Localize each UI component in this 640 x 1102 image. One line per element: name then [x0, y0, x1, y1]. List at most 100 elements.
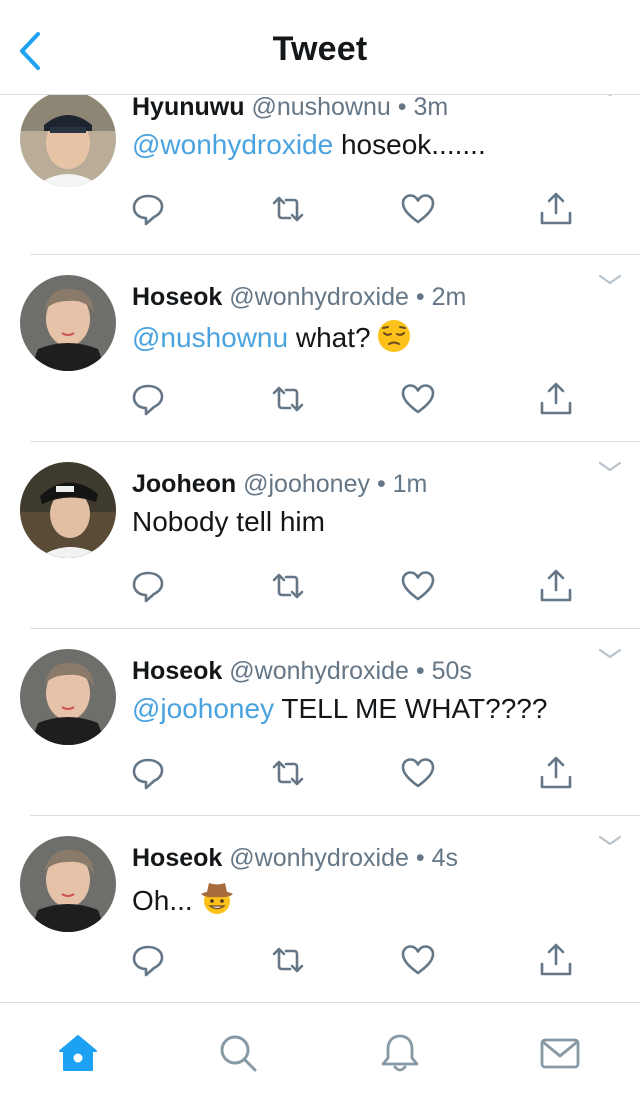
- heart-icon: [401, 194, 435, 224]
- user-handle: @joohoney: [243, 470, 370, 498]
- avatar[interactable]: [20, 649, 116, 745]
- chevron-down-icon[interactable]: [596, 460, 624, 474]
- top-navigation-bar: Tweet: [0, 0, 640, 95]
- heart-icon: [401, 571, 435, 601]
- reply-icon: [132, 571, 164, 603]
- tweet-text: Nobody tell him: [132, 506, 325, 538]
- share-icon: [540, 756, 572, 789]
- page-title: Tweet: [272, 30, 368, 68]
- tweet-actions: [0, 753, 640, 793]
- reply-button[interactable]: [128, 189, 168, 229]
- display-name[interactable]: Hyunuwu: [132, 95, 245, 121]
- mention-link[interactable]: @nushownu: [132, 322, 288, 353]
- like-button[interactable]: [398, 753, 438, 793]
- chevron-down-icon[interactable]: [596, 834, 624, 848]
- chevron-down-icon[interactable]: [596, 647, 624, 661]
- share-button[interactable]: [536, 940, 576, 980]
- tab-notifications[interactable]: [378, 1031, 422, 1075]
- tweet-meta: Jooheon @joohoney • 1m: [132, 470, 427, 499]
- tweet-actions: [0, 379, 640, 419]
- avatar[interactable]: [20, 275, 116, 371]
- avatar[interactable]: [20, 836, 116, 932]
- retweet-icon: [272, 196, 304, 222]
- tweet-text-content: TELL ME WHAT????: [274, 693, 548, 724]
- timestamp: 1m: [392, 470, 428, 498]
- reply-icon: [132, 758, 164, 790]
- tweet-text: @wonhydroxide hoseok.......: [132, 129, 486, 161]
- tab-search[interactable]: [216, 1031, 260, 1075]
- tweet[interactable]: Hoseok @wonhydroxide • 4s Oh...: [0, 816, 640, 1002]
- display-name[interactable]: Hoseok: [132, 844, 222, 872]
- timestamp: 3m: [413, 95, 449, 121]
- tweet-text-content: what?: [288, 322, 371, 353]
- share-button[interactable]: [536, 189, 576, 229]
- heart-icon: [401, 945, 435, 975]
- user-handle: @nushownu: [251, 95, 391, 121]
- search-icon: [220, 1035, 257, 1072]
- avatar[interactable]: [20, 462, 116, 558]
- pensive-face-emoji: [377, 319, 411, 360]
- display-name[interactable]: Hoseok: [132, 283, 222, 311]
- tweet[interactable]: Jooheon @joohoney • 1m Nobody tell him: [0, 442, 640, 629]
- reply-button[interactable]: [128, 379, 168, 419]
- retweet-button[interactable]: [268, 566, 308, 606]
- retweet-icon: [272, 947, 304, 973]
- separator-dot: •: [376, 470, 386, 498]
- tweet-text-content: hoseok.......: [333, 129, 486, 160]
- display-name[interactable]: Jooheon: [132, 470, 236, 498]
- reply-icon: [132, 384, 164, 416]
- heart-icon: [401, 384, 435, 414]
- retweet-icon: [272, 573, 304, 599]
- heart-icon: [401, 758, 435, 788]
- retweet-button[interactable]: [268, 940, 308, 980]
- tweet[interactable]: Hoseok @wonhydroxide • 2m @nushownu what…: [0, 255, 640, 442]
- reply-button[interactable]: [128, 753, 168, 793]
- display-name[interactable]: Hoseok: [132, 657, 222, 685]
- share-button[interactable]: [536, 379, 576, 419]
- tab-home[interactable]: [56, 1031, 100, 1075]
- chevron-down-icon[interactable]: [596, 273, 624, 287]
- mention-link[interactable]: @wonhydroxide: [132, 129, 333, 160]
- reply-icon: [132, 194, 164, 226]
- user-handle: @wonhydroxide: [229, 844, 409, 872]
- tab-messages[interactable]: [538, 1031, 582, 1075]
- reply-button[interactable]: [128, 940, 168, 980]
- timestamp: 4s: [431, 844, 458, 872]
- share-icon: [540, 943, 572, 976]
- tweet-text: @joohoney TELL ME WHAT????: [132, 693, 547, 725]
- retweet-icon: [272, 760, 304, 786]
- tweet[interactable]: Hoseok @wonhydroxide • 50s @joohoney TEL…: [0, 629, 640, 816]
- timestamp: 2m: [431, 283, 467, 311]
- like-button[interactable]: [398, 566, 438, 606]
- separator-dot: •: [415, 657, 425, 685]
- separator-dot: •: [397, 95, 407, 121]
- tweet-meta: Hoseok @wonhydroxide • 50s: [132, 657, 472, 686]
- timestamp: 50s: [431, 657, 472, 685]
- avatar[interactable]: [20, 95, 116, 187]
- retweet-button[interactable]: [268, 189, 308, 229]
- chevron-down-icon[interactable]: [596, 95, 624, 99]
- tweet-actions: [0, 940, 640, 980]
- retweet-button[interactable]: [268, 379, 308, 419]
- user-handle: @wonhydroxide: [229, 283, 409, 311]
- user-handle: @wonhydroxide: [229, 657, 409, 685]
- tweet[interactable]: Hyunuwu @nushownu • 3m @wonhydroxide hos…: [0, 95, 640, 255]
- like-button[interactable]: [398, 189, 438, 229]
- tweet-meta: Hoseok @wonhydroxide • 4s: [132, 844, 458, 873]
- tweet-meta: Hyunuwu @nushownu • 3m: [132, 95, 448, 122]
- messages-icon: [540, 1038, 580, 1069]
- home-icon: [59, 1035, 97, 1071]
- tweet-feed[interactable]: Hyunuwu @nushownu • 3m @wonhydroxide hos…: [0, 95, 640, 1002]
- tweet-text-content: Oh...: [132, 885, 193, 916]
- reply-icon: [132, 945, 164, 977]
- share-icon: [540, 569, 572, 602]
- like-button[interactable]: [398, 940, 438, 980]
- share-button[interactable]: [536, 566, 576, 606]
- reply-button[interactable]: [128, 566, 168, 606]
- mention-link[interactable]: @joohoney: [132, 693, 274, 724]
- retweet-button[interactable]: [268, 753, 308, 793]
- tweet-meta: Hoseok @wonhydroxide • 2m: [132, 283, 466, 312]
- like-button[interactable]: [398, 379, 438, 419]
- separator-dot: •: [415, 283, 425, 311]
- share-button[interactable]: [536, 753, 576, 793]
